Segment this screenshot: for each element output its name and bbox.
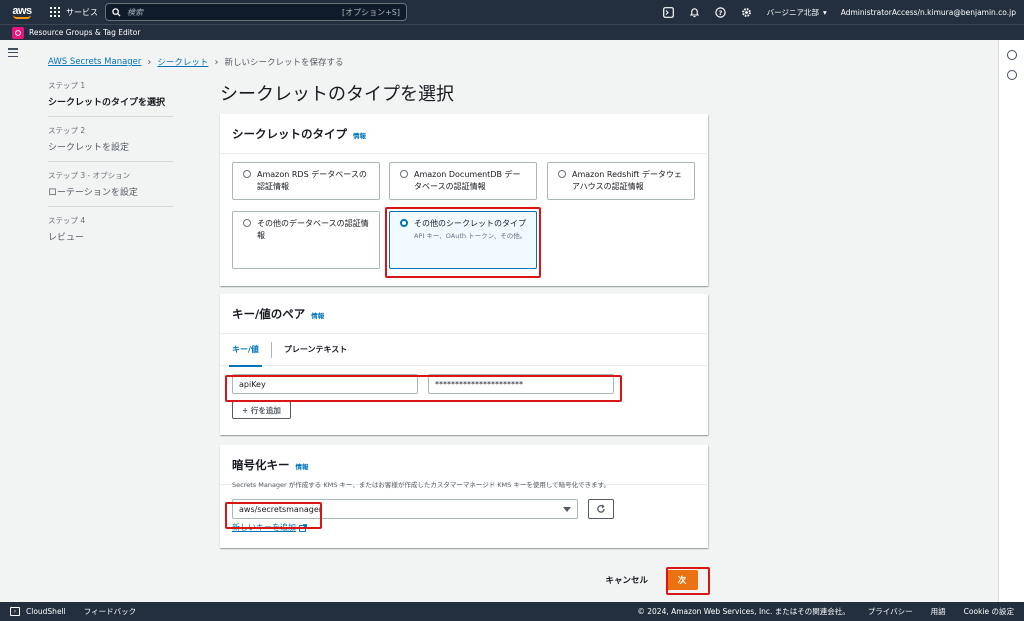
feedback-link[interactable]: フィードバック	[84, 606, 136, 617]
secret-type-panel: シークレットのタイプ 情報 Amazon RDS データベースの認証情報 Ama…	[220, 114, 708, 286]
encryption-key-panel: 暗号化キー 情報 Secrets Manager が作成する KMS キー、また…	[220, 445, 708, 548]
copyright-text: © 2024, Amazon Web Services, Inc. またはその関…	[637, 607, 850, 616]
step-number: ステップ 1	[48, 81, 86, 90]
radio-selected-icon	[400, 219, 408, 227]
option-other-secret[interactable]: その他のシークレットのタイプ API キー、OAuth トークン、その他。	[389, 211, 537, 269]
option-rds[interactable]: Amazon RDS データベースの認証情報	[232, 162, 380, 200]
step-4: ステップ 4 レビュー	[48, 215, 173, 251]
footer: › CloudShell フィードバック © 2024, Amazon Web …	[0, 602, 1024, 621]
wizard-actions: キャンセル 次	[605, 570, 698, 590]
info-link[interactable]: 情報	[296, 461, 309, 471]
option-label: Amazon RDS データベースの認証情報	[257, 170, 367, 191]
secret-type-heading: シークレットのタイプ	[232, 126, 347, 141]
cookie-settings-link[interactable]: Cookie の設定	[964, 606, 1014, 617]
breadcrumb: AWS Secrets Manager › シークレット › 新しいシークレット…	[48, 56, 344, 69]
add-row-button[interactable]: + 行を追加	[232, 401, 291, 419]
services-label: サービス	[66, 7, 98, 17]
region-selector[interactable]: バージニア北部 ▾	[767, 7, 827, 18]
account-menu[interactable]: AdministratorAccess/n.kimura@benjamin.co…	[841, 8, 1016, 17]
option-documentdb[interactable]: Amazon DocumentDB データベースの認証情報	[389, 162, 537, 200]
cloudshell-icon: ›	[10, 607, 20, 616]
step-3: ステップ 3 - オプション ローテーションを設定	[48, 170, 173, 207]
encryption-description: Secrets Manager が作成する KMS キー、またはお客様が作成した…	[232, 481, 611, 489]
next-button[interactable]: 次	[666, 570, 698, 590]
step-number: ステップ 3 - オプション	[48, 171, 131, 180]
tab-key-value[interactable]: キー/値	[229, 334, 262, 367]
aws-logo[interactable]: aws	[8, 5, 36, 19]
caret-down-icon	[563, 506, 571, 512]
resource-groups-icon	[12, 26, 24, 39]
option-other-database[interactable]: その他のデータベースの認証情報	[232, 211, 380, 269]
search-shortcut: [オプション+S]	[341, 7, 400, 17]
step-name: ローテーションを設定	[48, 188, 138, 198]
step-name: シークレットのタイプを選択	[48, 98, 166, 108]
option-label: その他のシークレットのタイプ	[414, 219, 526, 228]
step-number: ステップ 4	[48, 216, 86, 225]
cancel-button[interactable]: キャンセル	[605, 574, 648, 586]
search-icon	[112, 7, 121, 17]
option-description: API キー、OAuth トークン、その他。	[414, 232, 527, 240]
services-menu[interactable]: サービス	[50, 7, 98, 18]
step-1: ステップ 1 シークレットのタイプを選択	[48, 80, 173, 117]
secret-key-input[interactable]: apiKey	[232, 374, 418, 394]
info-link[interactable]: 情報	[353, 130, 366, 140]
kms-key-select[interactable]: aws/secretsmanager	[232, 499, 578, 519]
favorites-bar: Resource Groups & Tag Editor	[0, 24, 1024, 40]
step-name: シークレットを設定	[48, 143, 130, 153]
terminal-icon[interactable]	[663, 6, 675, 18]
chevron-right-icon: ›	[214, 56, 219, 68]
step-name: レビュー	[48, 233, 85, 243]
add-new-key-link[interactable]: 新しいキーを追加	[232, 522, 307, 533]
privacy-link[interactable]: プライバシー	[868, 606, 913, 617]
caret-down-icon: ▾	[822, 7, 827, 17]
radio-icon	[558, 170, 566, 178]
kms-key-selected: aws/secretsmanager	[239, 504, 323, 514]
external-link-icon	[299, 523, 307, 532]
breadcrumb-secrets[interactable]: シークレット	[157, 56, 208, 68]
grid-icon	[50, 7, 60, 17]
step-2: ステップ 2 シークレットを設定	[48, 125, 173, 162]
key-value-heading: キー/値のペア	[232, 306, 306, 321]
svg-text:?: ?	[719, 9, 723, 17]
option-redshift[interactable]: Amazon Redshift データウェアハウスの認証情報	[547, 162, 695, 200]
option-label: その他のデータベースの認証情報	[257, 219, 369, 240]
key-value-panel: キー/値のペア 情報 キー/値 プレーンテキスト apiKey ********…	[220, 294, 708, 435]
secret-value-input[interactable]: **********************	[428, 374, 614, 394]
radio-icon	[243, 170, 251, 178]
wizard-steps: ステップ 1 シークレットのタイプを選択 ステップ 2 シークレットを設定 ステ…	[48, 80, 173, 259]
refresh-button[interactable]	[588, 499, 614, 519]
help-icon[interactable]: ?	[715, 6, 727, 18]
bell-icon[interactable]	[689, 6, 701, 18]
region-label: バージニア北部	[766, 7, 819, 17]
breadcrumb-current: 新しいシークレットを保存する	[224, 58, 344, 68]
gear-icon[interactable]	[741, 6, 753, 18]
search-input[interactable]: 検索 [オプション+S]	[105, 3, 407, 21]
right-tools-rail	[998, 40, 1024, 602]
step-number: ステップ 2	[48, 126, 86, 135]
feedback-icon[interactable]	[1006, 70, 1017, 80]
search-placeholder: 検索	[127, 7, 143, 17]
chevron-right-icon: ›	[147, 56, 152, 68]
resource-groups-link[interactable]: Resource Groups & Tag Editor	[29, 28, 140, 37]
info-icon[interactable]	[1006, 50, 1017, 60]
terms-link[interactable]: 用語	[931, 606, 946, 617]
radio-icon	[243, 219, 251, 227]
option-label: Amazon Redshift データウェアハウスの認証情報	[572, 170, 682, 191]
refresh-icon	[597, 504, 605, 513]
page-title: シークレットのタイプを選択	[220, 84, 454, 105]
cloudshell-link[interactable]: CloudShell	[26, 607, 66, 616]
encryption-key-heading: 暗号化キー	[232, 457, 290, 472]
aws-smile-icon	[13, 15, 31, 19]
tab-plaintext[interactable]: プレーンテキスト	[284, 334, 347, 366]
top-navigation: aws サービス 検索 [オプション+S] ? バージニア北部 ▾ Admini…	[0, 0, 1024, 24]
add-new-key-label: 新しいキーを追加	[232, 523, 296, 532]
tab-divider	[270, 341, 272, 358]
option-label: Amazon DocumentDB データベースの認証情報	[414, 170, 521, 191]
info-link[interactable]: 情報	[311, 310, 324, 320]
breadcrumb-secrets-manager[interactable]: AWS Secrets Manager	[48, 57, 141, 67]
menu-icon[interactable]	[8, 48, 18, 57]
radio-icon	[400, 170, 408, 178]
